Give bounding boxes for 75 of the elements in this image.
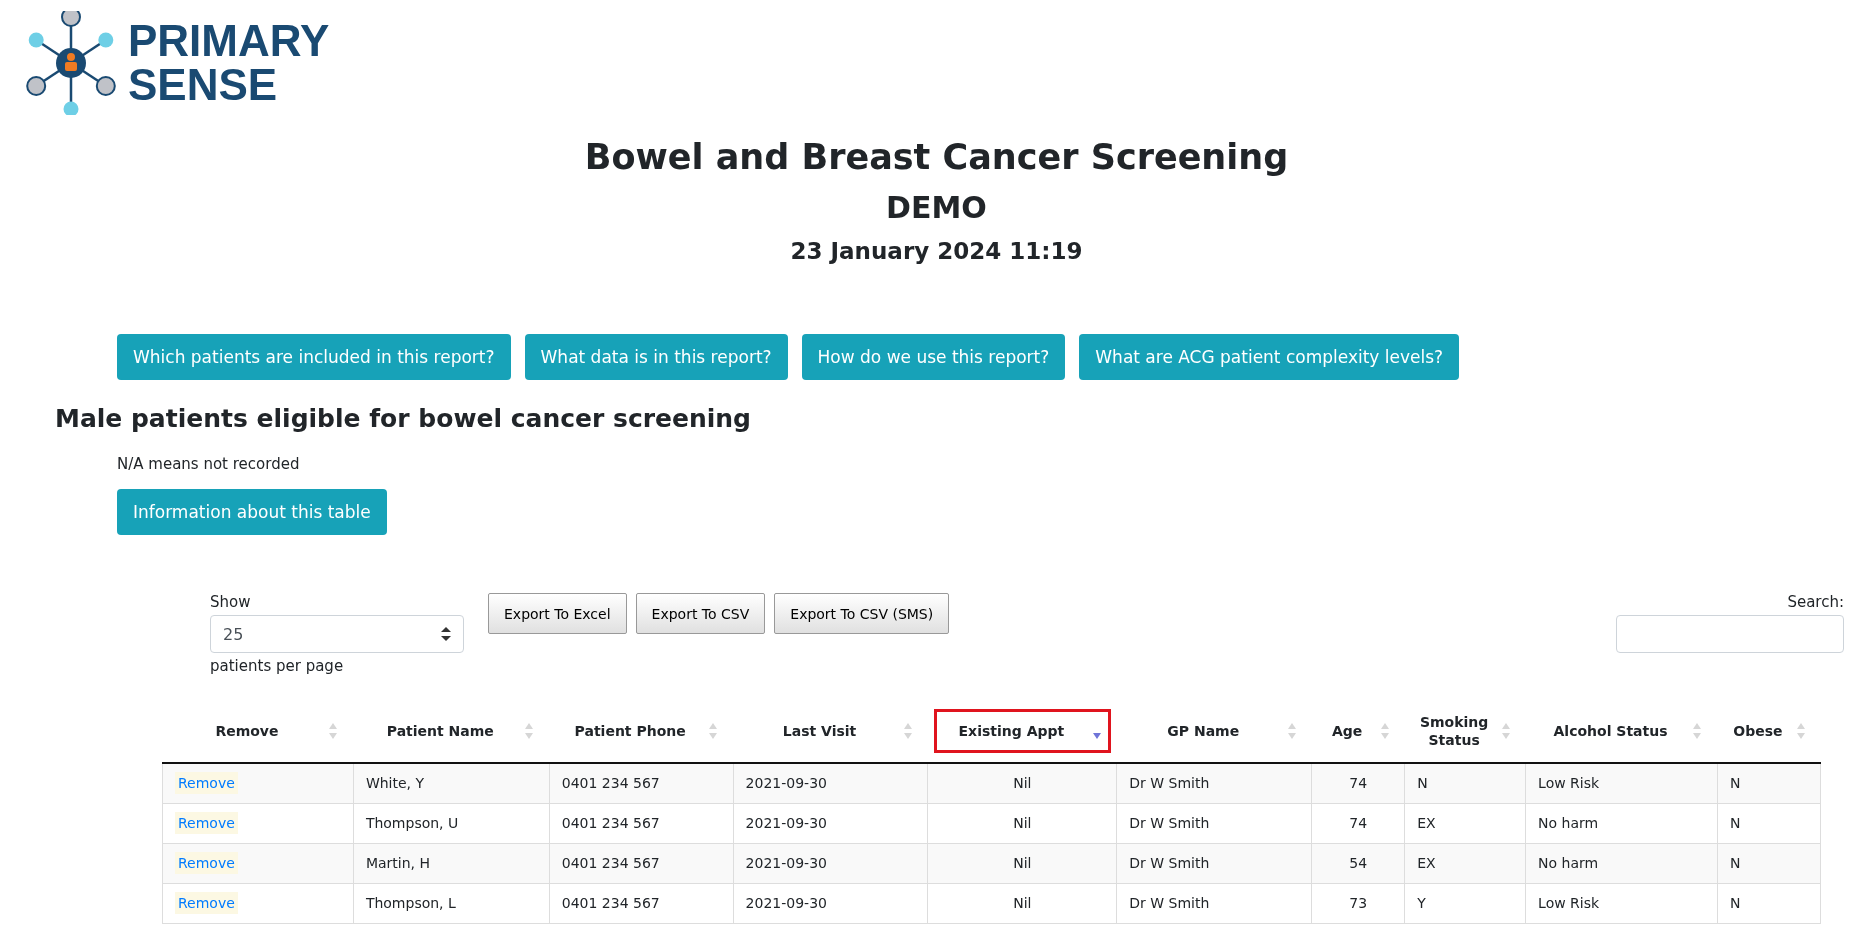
table-cell: Y xyxy=(1404,883,1526,923)
table-cell: 2021-09-30 xyxy=(733,883,928,923)
table-cell: 0401 234 567 xyxy=(549,803,734,843)
sort-icon[interactable] xyxy=(902,721,913,740)
sort-icon[interactable] xyxy=(708,721,719,740)
remove-link[interactable]: Remove xyxy=(175,772,238,795)
column-header[interactable]: Last Visit xyxy=(739,708,922,753)
highlighted-column-header[interactable]: Existing Appt xyxy=(933,708,1111,753)
table-cell: 0401 234 567 xyxy=(549,843,734,883)
table-cell: 74 xyxy=(1311,763,1405,803)
export-button[interactable]: Export To CSV (SMS) xyxy=(774,593,950,634)
column-header[interactable]: Patient Name xyxy=(359,708,544,753)
column-header[interactable]: Patient Phone xyxy=(555,708,728,753)
sort-icon[interactable] xyxy=(1500,721,1511,740)
column-header[interactable]: GP Name xyxy=(1122,708,1306,753)
report-subtitle: DEMO xyxy=(886,189,987,227)
column-header[interactable]: Alcohol Status xyxy=(1531,708,1712,753)
table-cell: Dr W Smith xyxy=(1116,883,1312,923)
show-label: Show xyxy=(210,593,252,611)
table-cell: No harm xyxy=(1525,843,1718,883)
table-cell: 73 xyxy=(1311,883,1405,923)
table-cell: Low Risk xyxy=(1525,883,1718,923)
sort-icon[interactable] xyxy=(524,721,535,740)
select-arrows-icon xyxy=(441,627,451,641)
table-cell: Nil xyxy=(927,803,1117,843)
table-cell: N xyxy=(1717,843,1821,883)
table-cell: Dr W Smith xyxy=(1116,763,1312,803)
table-cell: EX xyxy=(1404,803,1526,843)
table-cell: No harm xyxy=(1525,803,1718,843)
remove-link[interactable]: Remove xyxy=(175,852,238,874)
sort-icon[interactable] xyxy=(1379,721,1390,740)
search-label: Search: xyxy=(1787,593,1844,611)
table-cell: Low Risk xyxy=(1525,763,1718,803)
table-cell: 54 xyxy=(1311,843,1405,883)
column-header[interactable]: Obese xyxy=(1723,708,1815,753)
per-page-label: patients per page xyxy=(210,657,345,675)
sort-icon[interactable] xyxy=(1692,721,1703,740)
remove-link[interactable]: Remove xyxy=(175,812,238,834)
table-cell: 0401 234 567 xyxy=(549,883,734,923)
sort-icon[interactable] xyxy=(1795,721,1806,740)
logo-text: PRIMARY xyxy=(128,19,330,63)
report-timestamp: 23 January 2024 11:19 xyxy=(790,237,1083,266)
table-cell: Thompson, L xyxy=(353,883,550,923)
page-size-select[interactable]: 25 xyxy=(210,615,464,653)
report-title: Bowel and Breast Cancer Screening xyxy=(584,136,1289,179)
search-field[interactable] xyxy=(1616,615,1844,653)
table-cell: Martin, H xyxy=(353,843,550,883)
table-cell: Dr W Smith xyxy=(1116,843,1312,883)
export-button[interactable]: Export To CSV xyxy=(635,593,766,634)
table-cell: Dr W Smith xyxy=(1116,803,1312,843)
table-cell: EX xyxy=(1404,843,1526,883)
table-cell: 2021-09-30 xyxy=(733,803,928,843)
table-cell: 2021-09-30 xyxy=(733,763,928,803)
column-header[interactable]: Smoking Status xyxy=(1410,708,1520,753)
table-cell: N xyxy=(1717,883,1821,923)
sort-icon[interactable] xyxy=(1286,721,1297,740)
note-text: N/A means not recorded xyxy=(117,455,301,473)
column-header[interactable]: Age xyxy=(1317,708,1399,753)
table-cell: Nil xyxy=(927,843,1117,883)
section-heading: Male patients eligible for bowel cancer screening xyxy=(55,404,752,433)
table-cell: 2021-09-30 xyxy=(733,843,928,883)
logo-text: SENSE xyxy=(128,63,279,107)
table-cell: Thompson, U xyxy=(353,803,550,843)
table-cell: 0401 234 567 xyxy=(549,763,734,803)
table-cell: White, Y xyxy=(353,763,550,803)
remove-link[interactable]: Remove xyxy=(175,892,238,914)
table-cell: N xyxy=(1717,763,1821,803)
table-cell: N xyxy=(1717,803,1821,843)
export-button[interactable]: Export To Excel xyxy=(488,593,627,634)
table-cell: 74 xyxy=(1311,803,1405,843)
table-cell: N xyxy=(1404,763,1526,803)
column-header[interactable]: Remove xyxy=(168,708,348,753)
table-cell: Nil xyxy=(927,763,1117,803)
sort-icon[interactable] xyxy=(328,721,339,740)
table-cell: Nil xyxy=(927,883,1117,923)
